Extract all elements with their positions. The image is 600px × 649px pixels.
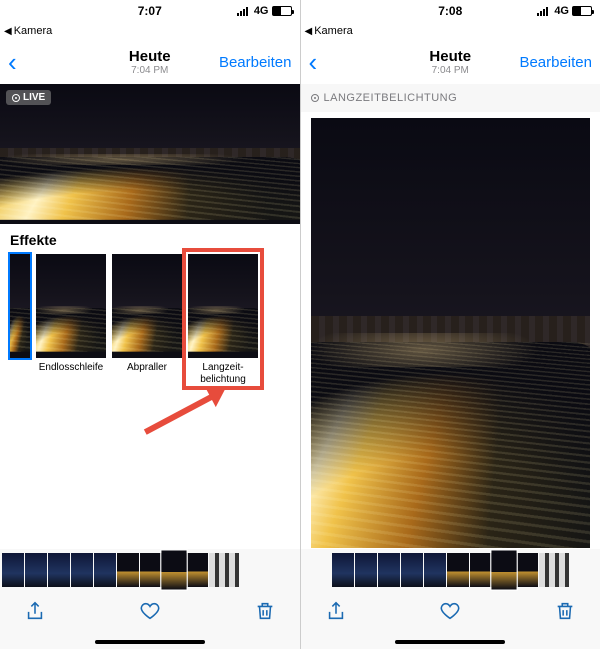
signal-icon: [237, 6, 248, 16]
battery-icon: [572, 6, 592, 16]
back-label: Kamera: [14, 25, 53, 37]
thumb[interactable]: [378, 553, 400, 587]
share-button[interactable]: [24, 600, 46, 627]
back-to-app[interactable]: ◀ Kamera: [0, 22, 300, 40]
thumb[interactable]: [71, 553, 93, 587]
chevron-left-icon: ◀: [4, 26, 12, 37]
nav-back-button[interactable]: ‹: [309, 49, 318, 75]
effect-long-exposure[interactable]: Langzeit- belichtung: [188, 254, 258, 386]
edit-button[interactable]: Bearbeiten: [219, 54, 292, 71]
status-bar: 7:07 4G: [0, 0, 300, 22]
home-indicator[interactable]: [301, 635, 600, 649]
thumb[interactable]: [140, 553, 162, 587]
phone-right: 7:08 4G ◀ Kamera ‹ Heute 7:04 PM Bearbei…: [300, 0, 600, 649]
main-photo-area[interactable]: [301, 112, 600, 549]
share-icon: [24, 600, 46, 622]
heart-icon: [139, 600, 161, 622]
thumb[interactable]: [447, 553, 469, 587]
back-label: Kamera: [314, 25, 353, 37]
delete-button[interactable]: [254, 600, 276, 627]
trash-icon: [554, 600, 576, 622]
filmstrip[interactable]: [0, 549, 300, 591]
status-bar: 7:08 4G: [301, 0, 600, 22]
thumb[interactable]: [355, 553, 377, 587]
thumb[interactable]: [94, 553, 116, 587]
thumb[interactable]: [48, 553, 70, 587]
thumb[interactable]: [424, 553, 446, 587]
thumb[interactable]: [186, 553, 208, 587]
thumb[interactable]: [470, 553, 492, 587]
effects-section: Effekte Endlosschleife Abpraller Langzei…: [0, 224, 300, 390]
thumb-current[interactable]: [161, 550, 186, 589]
thumb[interactable]: [25, 553, 47, 587]
thumb-current[interactable]: [491, 550, 516, 589]
phone-left: 7:07 4G ◀ Kamera ‹ Heute 7:04 PM Bearbei…: [0, 0, 300, 649]
battery-icon: [272, 6, 292, 16]
signal-icon: [537, 6, 548, 16]
favorite-button[interactable]: [439, 600, 461, 627]
share-button[interactable]: [325, 600, 347, 627]
toolbar: [0, 591, 300, 635]
toolbar: [301, 591, 600, 635]
nav-bar: ‹ Heute 7:04 PM Bearbeiten: [0, 40, 300, 84]
long-exposure-icon: [311, 94, 319, 102]
trash-icon: [254, 600, 276, 622]
favorite-button[interactable]: [139, 600, 161, 627]
back-to-app[interactable]: ◀ Kamera: [301, 22, 600, 40]
thumb[interactable]: [516, 553, 538, 587]
spacer: [0, 390, 300, 549]
effects-heading: Effekte: [10, 232, 290, 248]
thumb[interactable]: [539, 553, 569, 587]
network-label: 4G: [554, 5, 569, 17]
live-icon: [12, 94, 20, 102]
thumb[interactable]: [209, 553, 239, 587]
heart-icon: [439, 600, 461, 622]
network-label: 4G: [254, 5, 269, 17]
nav-bar: ‹ Heute 7:04 PM Bearbeiten: [301, 40, 600, 84]
thumb[interactable]: [117, 553, 139, 587]
hero-photo[interactable]: LIVE: [0, 84, 300, 224]
effect-loop[interactable]: Endlosschleife: [36, 254, 106, 374]
mode-label: LANGZEITBELICHTUNG: [324, 92, 458, 104]
share-icon: [325, 600, 347, 622]
nav-back-button[interactable]: ‹: [8, 49, 17, 75]
edit-button[interactable]: Bearbeiten: [519, 54, 592, 71]
home-indicator[interactable]: [0, 635, 300, 649]
thumb[interactable]: [401, 553, 423, 587]
effect-bounce[interactable]: Abpraller: [112, 254, 182, 374]
thumb[interactable]: [2, 553, 24, 587]
effect-live-partial[interactable]: [10, 254, 30, 358]
thumb[interactable]: [332, 553, 354, 587]
live-badge: LIVE: [6, 90, 51, 105]
chevron-left-icon: ◀: [305, 26, 313, 37]
mode-label-bar: LANGZEITBELICHTUNG: [301, 84, 600, 112]
filmstrip[interactable]: [301, 549, 600, 591]
delete-button[interactable]: [554, 600, 576, 627]
